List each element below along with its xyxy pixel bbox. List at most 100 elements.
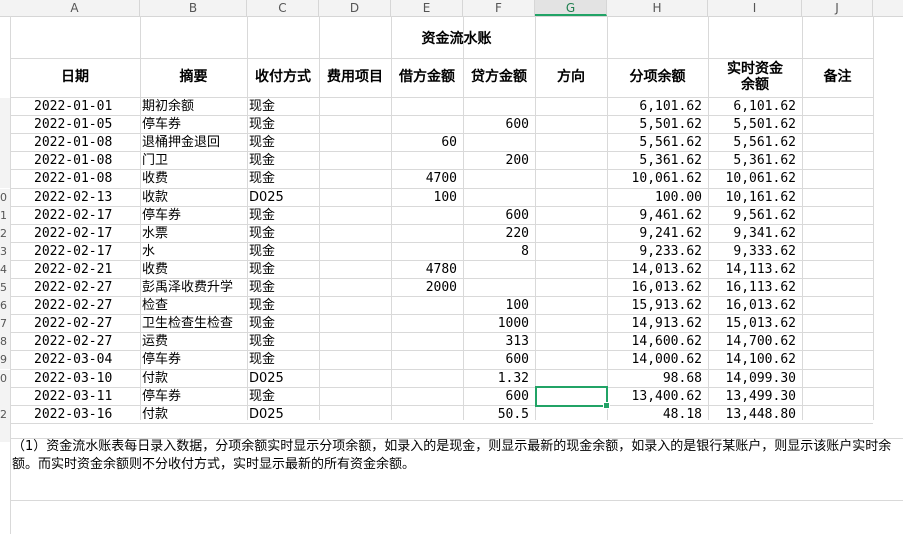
cell-summary[interactable]: 检查 — [142, 297, 168, 315]
cell-summary[interactable]: 付款 — [142, 370, 168, 388]
column-header-e[interactable]: E — [391, 0, 463, 16]
row-number[interactable]: 8 — [0, 333, 10, 352]
cell-sub-balance[interactable]: 5,361.62 — [607, 152, 708, 170]
column-header-b[interactable]: B — [140, 0, 247, 16]
cell-date[interactable]: 2022-02-27 — [34, 315, 112, 333]
cell-method[interactable]: 现金 — [249, 116, 275, 134]
header-debit[interactable]: 借方金额 — [391, 58, 463, 96]
cell-total-balance[interactable]: 13,499.30 — [708, 388, 802, 406]
column-header-i[interactable]: I — [708, 0, 802, 16]
row-number[interactable]: 3 — [0, 242, 10, 261]
cell-total-balance[interactable]: 5,561.62 — [708, 134, 802, 152]
column-header-g[interactable]: G — [535, 0, 607, 16]
cell-credit[interactable] — [463, 134, 535, 152]
cell-debit[interactable] — [391, 406, 463, 424]
cell-summary[interactable]: 退桶押金退回 — [142, 134, 220, 152]
cell-total-balance[interactable]: 14,113.62 — [708, 261, 802, 279]
cell-debit[interactable] — [391, 116, 463, 134]
cell-total-balance[interactable]: 6,101.62 — [708, 98, 802, 116]
cell-method[interactable]: 现金 — [249, 152, 275, 170]
cell-summary[interactable]: 水票 — [142, 225, 168, 243]
header-credit[interactable]: 贷方金额 — [463, 58, 535, 96]
cell-total-balance[interactable]: 13,448.80 — [708, 406, 802, 424]
cell-debit[interactable] — [391, 370, 463, 388]
row-number[interactable] — [0, 170, 10, 189]
cell-total-balance[interactable]: 14,099.30 — [708, 370, 802, 388]
cell-debit[interactable]: 100 — [391, 189, 463, 207]
cell-credit[interactable] — [463, 261, 535, 279]
cell-sub-balance[interactable]: 10,061.62 — [607, 170, 708, 188]
active-cell-selection[interactable] — [535, 385, 610, 409]
row-number[interactable]: 1 — [0, 206, 10, 225]
cell-summary[interactable]: 停车券 — [142, 116, 181, 134]
cell-total-balance[interactable]: 9,561.62 — [708, 207, 802, 225]
row-number[interactable]: 0 — [0, 188, 10, 207]
cell-total-balance[interactable]: 15,013.62 — [708, 315, 802, 333]
note-text[interactable]: （1）资金流水账表每日录入数据，分项余额实时显示分项余额，如录入的是现金，则显示… — [12, 438, 892, 474]
cell-summary[interactable]: 门卫 — [142, 152, 168, 170]
cell-debit[interactable]: 4780 — [391, 261, 463, 279]
cell-credit[interactable]: 313 — [463, 333, 535, 351]
cell-summary[interactable]: 彭禹泽收费升学 — [142, 279, 233, 297]
cell-date[interactable]: 2022-03-16 — [34, 406, 112, 424]
row-number[interactable] — [0, 116, 10, 135]
cell-debit[interactable]: 2000 — [391, 279, 463, 297]
cell-credit[interactable]: 600 — [463, 351, 535, 369]
fill-handle[interactable] — [603, 401, 610, 409]
cell-sub-balance[interactable]: 14,013.62 — [607, 261, 708, 279]
cell-method[interactable]: 现金 — [249, 134, 275, 152]
cell-total-balance[interactable]: 10,161.62 — [708, 189, 802, 207]
cell-method[interactable]: D025 — [249, 406, 284, 424]
row-number[interactable] — [0, 152, 10, 171]
cell-total-balance[interactable]: 16,113.62 — [708, 279, 802, 297]
cell-summary[interactable]: 收款 — [142, 189, 168, 207]
cell-credit[interactable] — [463, 170, 535, 188]
cell-sub-balance[interactable]: 5,501.62 — [607, 116, 708, 134]
row-number[interactable] — [0, 423, 10, 442]
cell-summary[interactable]: 运费 — [142, 333, 168, 351]
cell-total-balance[interactable]: 5,361.62 — [708, 152, 802, 170]
cell-debit[interactable] — [391, 351, 463, 369]
cell-credit[interactable]: 8 — [463, 243, 535, 261]
cell-date[interactable]: 2022-01-08 — [34, 170, 112, 188]
cell-method[interactable]: 现金 — [249, 333, 275, 351]
cell-date[interactable]: 2022-03-04 — [34, 351, 112, 369]
cell-date[interactable]: 2022-02-17 — [34, 207, 112, 225]
cell-total-balance[interactable]: 16,013.62 — [708, 297, 802, 315]
cell-date[interactable]: 2022-02-27 — [34, 297, 112, 315]
cell-method[interactable]: 现金 — [249, 207, 275, 225]
cell-debit[interactable] — [391, 297, 463, 315]
cell-sub-balance[interactable]: 14,913.62 — [607, 315, 708, 333]
cell-sub-balance[interactable]: 15,913.62 — [607, 297, 708, 315]
row-number[interactable] — [0, 387, 10, 406]
cell-debit[interactable] — [391, 98, 463, 116]
header-method[interactable]: 收付方式 — [247, 58, 319, 96]
cell-summary[interactable]: 停车券 — [142, 351, 181, 369]
cell-method[interactable]: 现金 — [249, 279, 275, 297]
row-number[interactable]: 4 — [0, 260, 10, 279]
row-number[interactable] — [0, 98, 10, 117]
cell-date[interactable]: 2022-01-05 — [34, 116, 112, 134]
cell-date[interactable]: 2022-02-27 — [34, 333, 112, 351]
cell-method[interactable]: 现金 — [249, 315, 275, 333]
cell-sub-balance[interactable]: 9,241.62 — [607, 225, 708, 243]
cell-debit[interactable] — [391, 152, 463, 170]
cell-date[interactable]: 2022-02-13 — [34, 189, 112, 207]
cell-method[interactable]: 现金 — [249, 351, 275, 369]
header-direction[interactable]: 方向 — [535, 58, 607, 96]
cell-summary[interactable]: 期初余额 — [142, 98, 194, 116]
cell-credit[interactable]: 600 — [463, 116, 535, 134]
cell-summary[interactable]: 收费 — [142, 261, 168, 279]
cell-total-balance[interactable]: 5,501.62 — [708, 116, 802, 134]
cell-credit[interactable]: 50.5 — [463, 406, 535, 424]
cell-credit[interactable]: 600 — [463, 388, 535, 406]
column-header-j[interactable]: J — [802, 0, 873, 16]
cell-method[interactable]: D025 — [249, 370, 284, 388]
header-remark[interactable]: 备注 — [802, 58, 873, 96]
cell-total-balance[interactable]: 10,061.62 — [708, 170, 802, 188]
row-number[interactable]: 2 — [0, 224, 10, 243]
row-number[interactable]: 2 — [0, 405, 10, 424]
cell-method[interactable]: 现金 — [249, 261, 275, 279]
cell-method[interactable]: 现金 — [249, 170, 275, 188]
column-header-c[interactable]: C — [247, 0, 319, 16]
